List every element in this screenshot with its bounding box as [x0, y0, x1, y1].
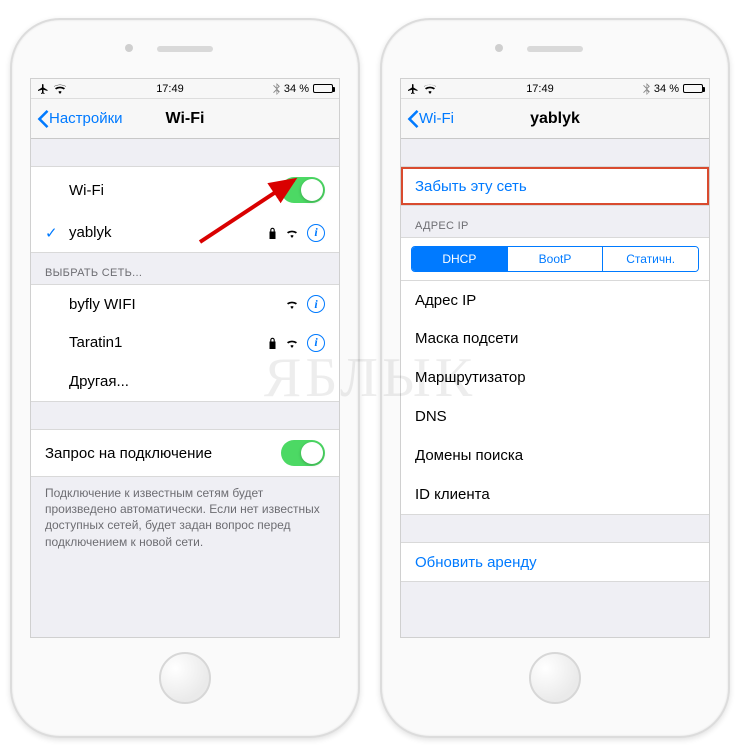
- front-camera: [125, 44, 133, 52]
- home-button[interactable]: [159, 652, 211, 704]
- earpiece-speaker: [157, 46, 213, 52]
- search-domains-row[interactable]: Домены поиска: [401, 436, 709, 476]
- airplane-mode-icon: [37, 83, 49, 95]
- nav-bar: Wi-Fi yablyk: [401, 99, 709, 139]
- status-time: 17:49: [156, 83, 184, 95]
- screen-left: 17:49 34 % Настройки Wi-Fi Wi-Fi: [30, 78, 340, 638]
- wifi-toggle-row[interactable]: Wi-Fi: [31, 166, 339, 214]
- chevron-left-icon: [37, 110, 49, 128]
- content-area[interactable]: Забыть эту сеть АДРЕС IP DHCP BootP Стат…: [401, 139, 709, 637]
- ip-config-segmented[interactable]: DHCP BootP Статичн.: [411, 246, 699, 272]
- wifi-signal-icon: [285, 228, 299, 238]
- content-area[interactable]: Wi-Fi ✓ yablyk i ВЫБРАТЬ СЕТЬ... by: [31, 139, 339, 637]
- ip-address-row[interactable]: Адрес IP: [401, 280, 709, 320]
- ip-address-header: АДРЕС IP: [401, 206, 709, 238]
- battery-percent: 34 %: [284, 83, 309, 95]
- ip-config-segmented-wrap: DHCP BootP Статичн.: [401, 237, 709, 281]
- wifi-icon: [423, 84, 437, 94]
- ask-to-join-row[interactable]: Запрос на подключение: [31, 429, 339, 477]
- ask-to-join-label: Запрос на подключение: [45, 445, 281, 462]
- client-id-row[interactable]: ID клиента: [401, 475, 709, 515]
- phone-frame-left: 17:49 34 % Настройки Wi-Fi Wi-Fi: [10, 18, 360, 738]
- screen-right: 17:49 34 % Wi-Fi yablyk Забыть эту сеть …: [400, 78, 710, 638]
- info-button[interactable]: i: [307, 224, 325, 242]
- battery-percent: 34 %: [654, 83, 679, 95]
- subnet-mask-row[interactable]: Маска подсети: [401, 319, 709, 359]
- renew-lease-label: Обновить аренду: [415, 554, 695, 571]
- wifi-toggle-label: Wi-Fi: [69, 182, 281, 199]
- info-button[interactable]: i: [307, 334, 325, 352]
- ip-label: Адрес IP: [415, 292, 695, 309]
- bluetooth-icon: [643, 83, 650, 95]
- airplane-mode-icon: [407, 83, 419, 95]
- home-button[interactable]: [529, 652, 581, 704]
- front-camera: [495, 44, 503, 52]
- other-network-row[interactable]: Другая...: [31, 362, 339, 402]
- router-row[interactable]: Маршрутизатор: [401, 358, 709, 398]
- connected-network-row[interactable]: ✓ yablyk i: [31, 213, 339, 253]
- checkmark-icon: ✓: [45, 224, 69, 242]
- seg-dhcp[interactable]: DHCP: [412, 247, 507, 271]
- back-label: Настройки: [49, 110, 123, 127]
- network-name: Taratin1: [69, 334, 268, 351]
- wifi-icon: [53, 84, 67, 94]
- wifi-switch[interactable]: [281, 177, 325, 203]
- connected-network-name: yablyk: [69, 224, 268, 241]
- forget-network-label: Забыть эту сеть: [415, 178, 695, 195]
- status-bar: 17:49 34 %: [31, 79, 339, 99]
- dns-row[interactable]: DNS: [401, 397, 709, 437]
- earpiece-speaker: [527, 46, 583, 52]
- seg-static[interactable]: Статичн.: [602, 247, 698, 271]
- status-time: 17:49: [526, 83, 554, 95]
- back-button[interactable]: Wi-Fi: [407, 110, 454, 128]
- ask-footer-text: Подключение к известным сетям будет прои…: [31, 477, 339, 550]
- network-name: byfly WIFI: [69, 296, 285, 313]
- info-button[interactable]: i: [307, 295, 325, 313]
- seg-bootp[interactable]: BootP: [507, 247, 603, 271]
- back-button[interactable]: Настройки: [37, 110, 123, 128]
- network-row[interactable]: Taratin1 i: [31, 323, 339, 363]
- lock-icon: [268, 337, 277, 349]
- back-label: Wi-Fi: [419, 110, 454, 127]
- status-bar: 17:49 34 %: [401, 79, 709, 99]
- router-label: Маршрутизатор: [415, 369, 695, 386]
- forget-network-row[interactable]: Забыть эту сеть: [401, 166, 709, 206]
- bluetooth-icon: [273, 83, 280, 95]
- wifi-signal-icon: [285, 338, 299, 348]
- renew-lease-row[interactable]: Обновить аренду: [401, 542, 709, 582]
- battery-icon: [683, 84, 703, 93]
- nav-bar: Настройки Wi-Fi: [31, 99, 339, 139]
- wifi-signal-icon: [285, 299, 299, 309]
- dns-label: DNS: [415, 408, 695, 425]
- phone-frame-right: 17:49 34 % Wi-Fi yablyk Забыть эту сеть …: [380, 18, 730, 738]
- mask-label: Маска подсети: [415, 330, 695, 347]
- lock-icon: [268, 227, 277, 239]
- other-network-label: Другая...: [69, 373, 325, 390]
- battery-icon: [313, 84, 333, 93]
- network-row[interactable]: byfly WIFI i: [31, 284, 339, 324]
- chevron-left-icon: [407, 110, 419, 128]
- search-label: Домены поиска: [415, 447, 695, 464]
- ask-switch[interactable]: [281, 440, 325, 466]
- choose-network-header: ВЫБРАТЬ СЕТЬ...: [31, 253, 339, 285]
- client-label: ID клиента: [415, 486, 695, 503]
